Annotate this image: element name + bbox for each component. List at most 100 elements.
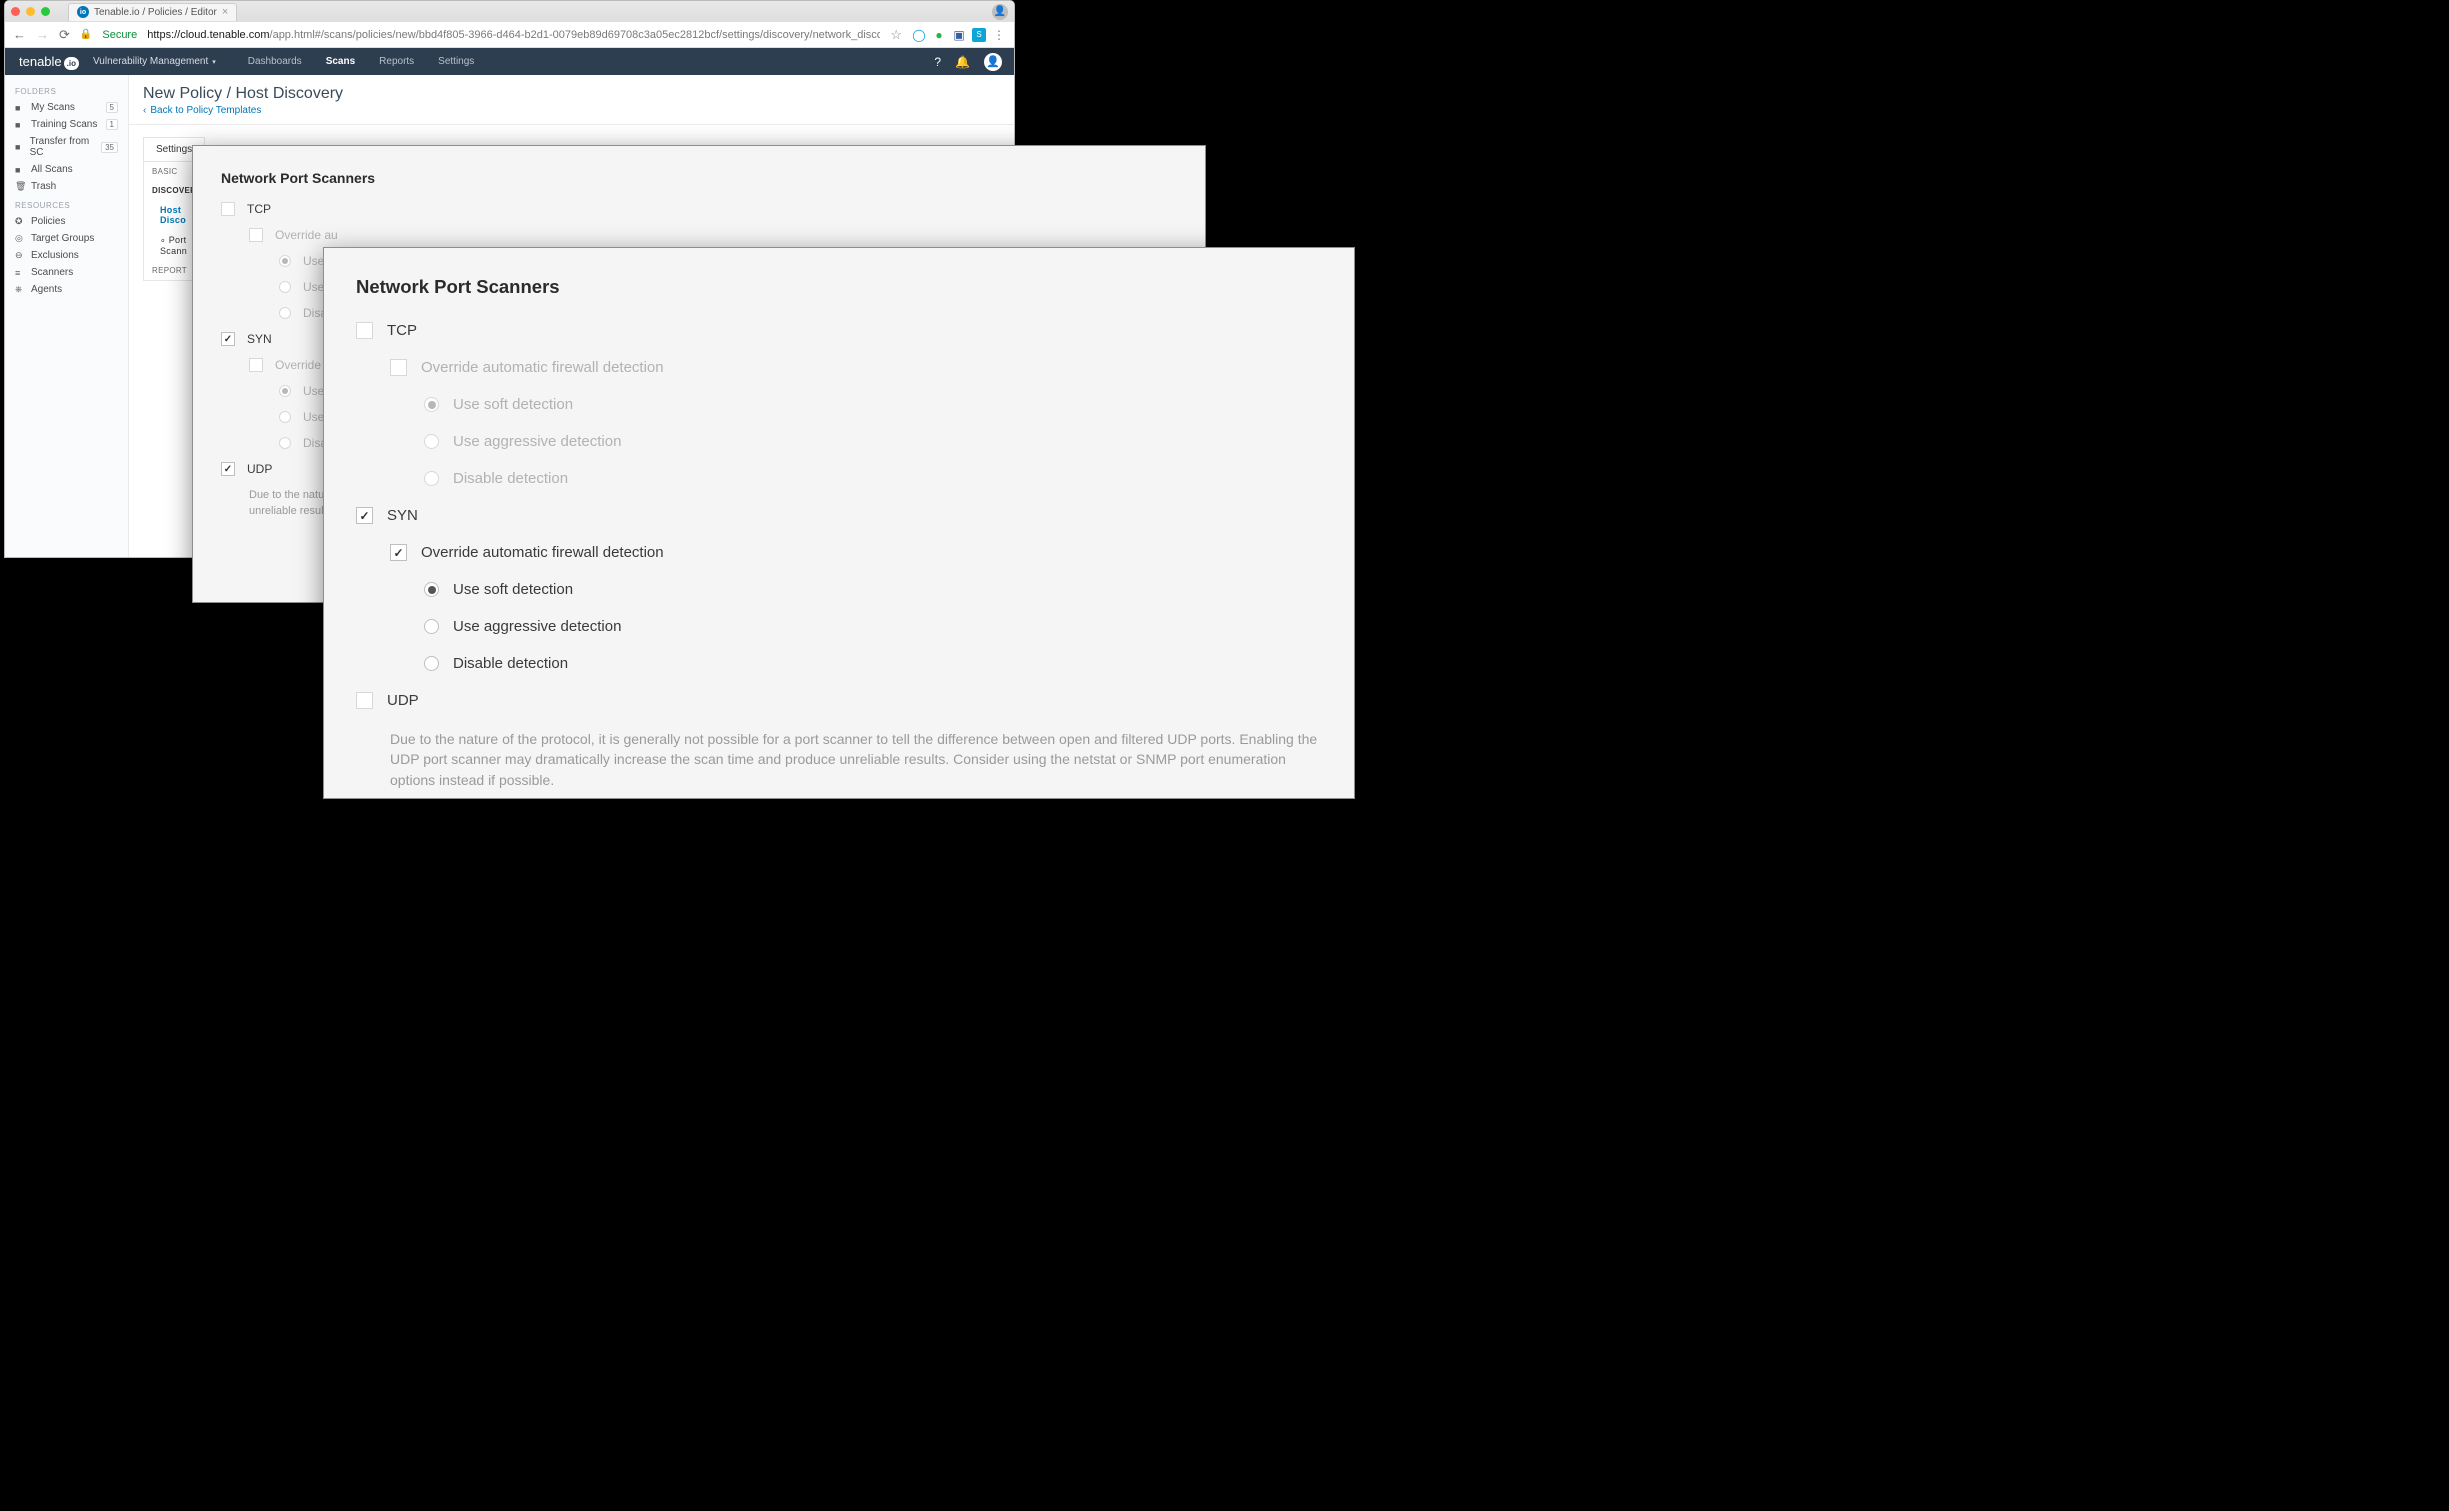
syn-override-label: Override automatic firewall detection — [421, 544, 664, 561]
sidebar-all-scans[interactable]: ■All Scans — [5, 161, 128, 178]
app-header: tenable.io Vulnerability Management▾ Das… — [5, 48, 1014, 75]
exclusion-icon: ⊖ — [15, 250, 25, 261]
ext-icon[interactable]: S — [972, 28, 986, 42]
back-icon[interactable]: ← — [13, 27, 26, 42]
scanner-icon: ≡ — [15, 268, 25, 278]
favicon-icon: io — [77, 6, 89, 18]
syn-disable-radio — [279, 437, 291, 449]
ext-icon[interactable]: ◯ — [912, 28, 926, 42]
zoom-panel-2: Network Port Scanners TCP Override autom… — [323, 247, 1355, 799]
tcp-override-checkbox — [390, 359, 407, 376]
ext-icon[interactable]: ● — [932, 28, 946, 42]
forward-icon[interactable]: → — [36, 27, 49, 42]
product-switcher[interactable]: Vulnerability Management▾ — [93, 56, 216, 67]
sidebar-transfer[interactable]: ■Transfer from SC35 — [5, 133, 128, 161]
sidebar: FOLDERS ■My Scans5 ■Training Scans1 ■Tra… — [5, 75, 129, 557]
syn-soft-radio — [279, 385, 291, 397]
soft-radio — [279, 255, 291, 267]
section-title: Network Port Scanners — [221, 170, 1177, 186]
syn-disable-radio[interactable] — [424, 656, 439, 671]
udp-label: UDP — [387, 692, 419, 709]
syn-soft-label: Use soft detection — [453, 581, 573, 598]
tab-title: Tenable.io / Policies / Editor — [94, 7, 217, 18]
nav-reports[interactable]: Reports — [379, 56, 414, 67]
shield-icon: ✪ — [15, 216, 25, 227]
bell-icon[interactable]: 🔔 — [955, 55, 970, 69]
syn-disable-label: Disable detection — [453, 655, 568, 672]
section-title: Network Port Scanners — [356, 276, 1322, 298]
nav-dashboards[interactable]: Dashboards — [248, 56, 302, 67]
sidebar-target-groups[interactable]: ◎Target Groups — [5, 230, 128, 247]
star-icon[interactable]: ☆ — [890, 27, 902, 43]
sidebar-trash[interactable]: 🗑Trash — [5, 178, 128, 195]
syn-aggressive-label: Use aggressive detection — [453, 618, 621, 635]
tab-close-icon[interactable]: × — [222, 6, 228, 18]
agent-icon: ⎈ — [15, 284, 25, 295]
aggressive-radio — [279, 281, 291, 293]
ext-icon[interactable]: ▣ — [952, 28, 966, 42]
syn-checkbox[interactable] — [356, 507, 373, 524]
tcp-soft-radio — [424, 397, 439, 412]
tcp-aggressive-radio — [424, 434, 439, 449]
syn-label: SYN — [247, 332, 272, 346]
address-bar: ← → ⟳ 🔒 Secure https://cloud.tenable.com… — [5, 22, 1014, 48]
tcp-aggressive-label: Use aggressive detection — [453, 433, 621, 450]
logo[interactable]: tenable.io — [19, 54, 79, 70]
syn-label: SYN — [387, 507, 418, 524]
target-icon: ◎ — [15, 233, 25, 244]
back-link[interactable]: ‹Back to Policy Templates — [129, 105, 1014, 124]
nav-scans[interactable]: Scans — [326, 56, 355, 67]
tcp-checkbox[interactable] — [356, 322, 373, 339]
sidebar-heading-folders: FOLDERS — [5, 81, 128, 99]
tcp-override-label: Override automatic firewall detection — [421, 359, 664, 376]
udp-checkbox[interactable] — [221, 462, 235, 476]
syn-soft-radio[interactable] — [424, 582, 439, 597]
sidebar-training-scans[interactable]: ■Training Scans1 — [5, 116, 128, 133]
trash-icon: 🗑 — [15, 181, 25, 192]
browser-tab[interactable]: io Tenable.io / Policies / Editor × — [68, 3, 237, 21]
override-label: Override au — [275, 228, 338, 242]
chrome-profile-icon[interactable]: 👤 — [992, 4, 1008, 20]
syn-aggressive-radio[interactable] — [424, 619, 439, 634]
tcp-checkbox[interactable] — [221, 202, 235, 216]
sidebar-agents[interactable]: ⎈Agents — [5, 281, 128, 298]
udp-checkbox[interactable] — [356, 692, 373, 709]
browser-tab-strip: io Tenable.io / Policies / Editor × 👤 — [5, 1, 1014, 22]
sidebar-my-scans[interactable]: ■My Scans5 — [5, 99, 128, 116]
syn-checkbox[interactable] — [221, 332, 235, 346]
sidebar-policies[interactable]: ✪Policies — [5, 213, 128, 230]
nav-settings[interactable]: Settings — [438, 56, 474, 67]
tcp-label: TCP — [387, 322, 417, 339]
lock-icon: 🔒 — [80, 29, 92, 40]
help-icon[interactable]: ? — [934, 55, 941, 69]
extension-icons: ◯ ● ▣ S ⋮ — [912, 28, 1006, 42]
chevron-left-icon: ‹ — [143, 105, 146, 116]
udp-label: UDP — [247, 462, 272, 476]
folder-icon: ■ — [15, 142, 24, 152]
syn-override-checkbox[interactable] — [249, 358, 263, 372]
syn-aggressive-radio — [279, 411, 291, 423]
reload-icon[interactable]: ⟳ — [59, 27, 70, 43]
syn-override-checkbox[interactable] — [390, 544, 407, 561]
sidebar-scanners[interactable]: ≡Scanners — [5, 264, 128, 281]
udp-note: Due to the nature of the protocol, it is… — [390, 729, 1322, 790]
user-avatar[interactable]: 👤 — [984, 53, 1002, 71]
disable-radio — [279, 307, 291, 319]
maximize-icon[interactable] — [41, 7, 50, 16]
folder-icon: ■ — [15, 120, 25, 130]
folder-icon: ■ — [15, 165, 25, 175]
close-icon[interactable] — [11, 7, 20, 16]
sidebar-heading-resources: RESOURCES — [5, 195, 128, 213]
page-title: New Policy / Host Discovery — [129, 75, 1014, 105]
menu-icon[interactable]: ⋮ — [992, 28, 1006, 42]
url-field[interactable]: https://cloud.tenable.com/app.html#/scan… — [147, 29, 880, 41]
tcp-soft-label: Use soft detection — [453, 396, 573, 413]
sidebar-exclusions[interactable]: ⊖Exclusions — [5, 247, 128, 264]
tcp-disable-label: Disable detection — [453, 470, 568, 487]
override-checkbox — [249, 228, 263, 242]
tcp-disable-radio — [424, 471, 439, 486]
tcp-label: TCP — [247, 202, 271, 216]
folder-icon: ■ — [15, 103, 25, 113]
minimize-icon[interactable] — [26, 7, 35, 16]
secure-label: Secure — [102, 29, 137, 41]
